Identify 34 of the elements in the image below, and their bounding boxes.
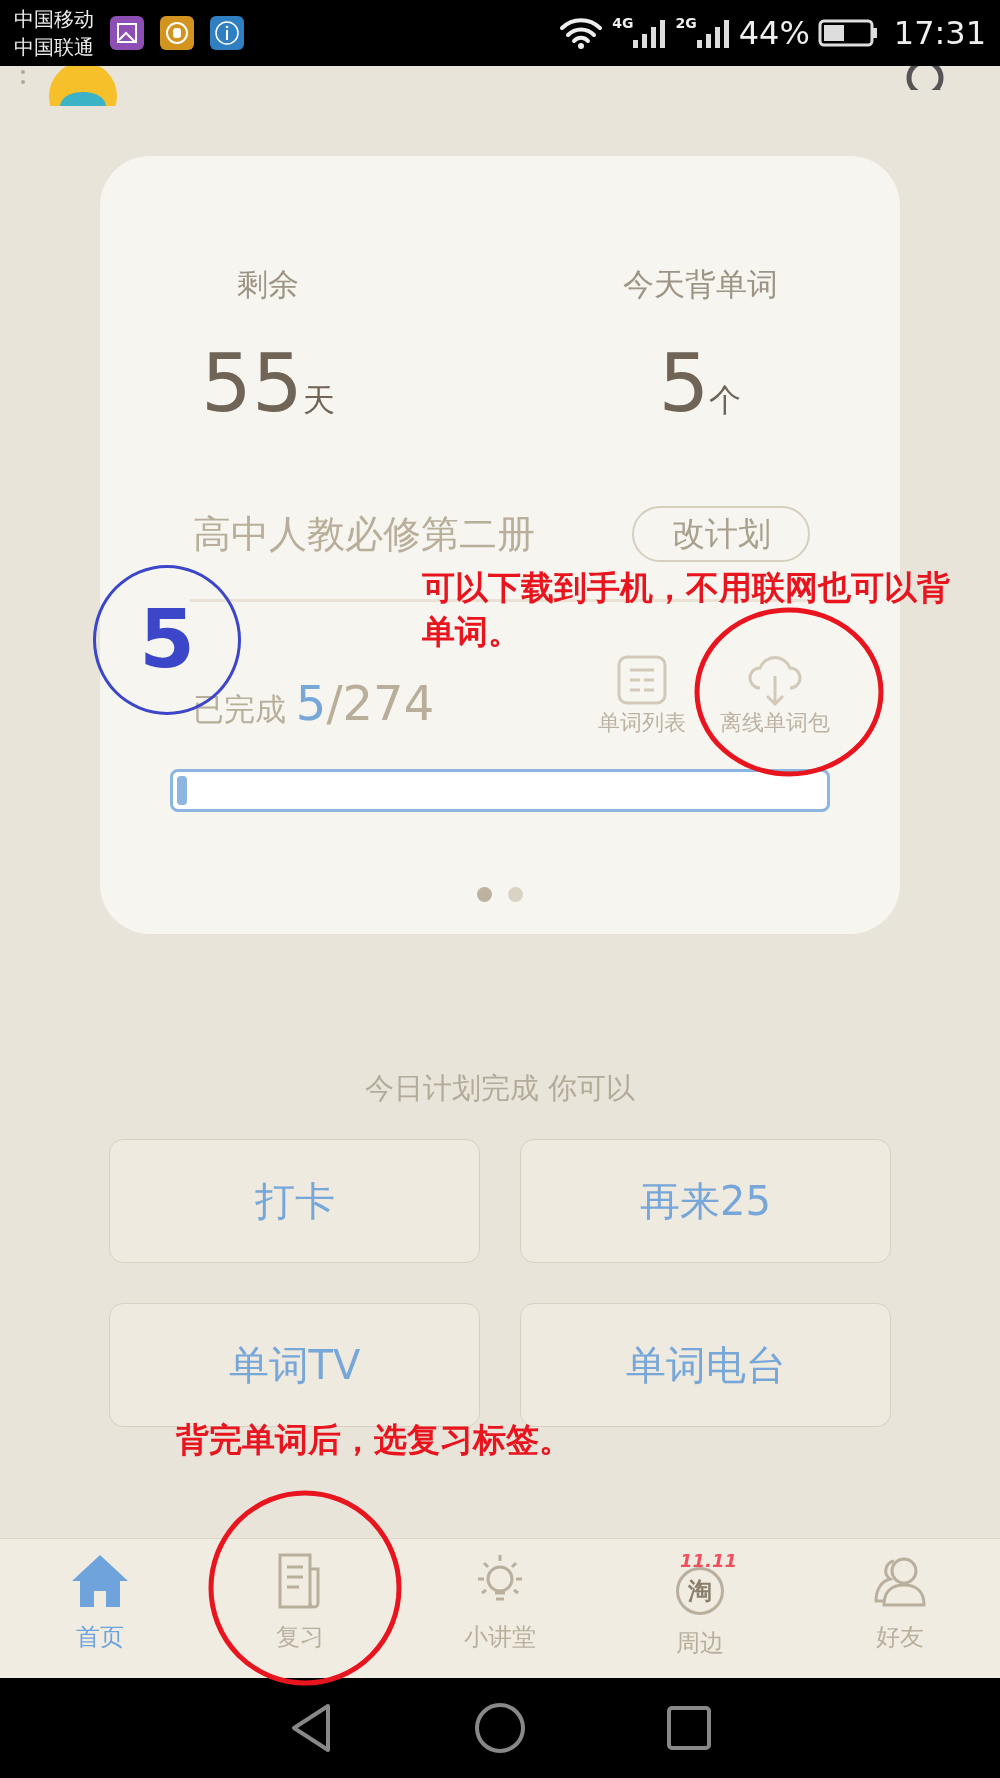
stat-value: 55 [201,343,303,424]
annotation-note: 可以下载到手机，不用联网也可以背单词。 [422,567,951,653]
avatar [48,66,118,106]
network-type: 2G [675,16,697,30]
change-plan-button[interactable]: 改计划 [632,506,810,562]
battery-percent: 44% [738,13,810,54]
tool-button[interactable]: 单词列表 [598,653,686,739]
stat-label: 剩余 [237,265,299,304]
gallery-icon [110,16,144,50]
info-icon [210,16,244,50]
stat-value: 5 [658,343,710,424]
nav-tab[interactable]: 首页 [0,1539,200,1678]
recent-apps-icon[interactable] [666,1705,712,1751]
clock-time: 17:31 [893,13,986,54]
stat-label: 今天背单词 [622,265,778,304]
nav-tab[interactable]: 复习 [200,1539,400,1678]
battery-icon [817,18,878,48]
carrier-name: 中国移动 [14,6,94,33]
stat-unit: 天 [302,379,335,421]
book-title: 高中人教必修第二册 [193,510,535,558]
list-icon [616,653,668,706]
page-dot[interactable] [477,886,492,902]
nav-tab[interactable]: 小讲堂 [400,1539,600,1678]
stat-unit: 个 [709,379,742,421]
wifi-icon [558,16,605,50]
nav-tab[interactable]: 好友 [800,1539,1000,1678]
completion-prompt: 今日计划完成 你可以 [363,1070,637,1107]
network-type: 4G [612,16,634,30]
action-button[interactable]: 打卡 [109,1138,480,1263]
carrier-name: 中国联通 [14,34,94,61]
nav-tab[interactable]: 淘 11.11 周边 [600,1539,800,1678]
page-dot[interactable] [508,886,523,902]
home-button-icon[interactable] [474,1702,526,1754]
action-button[interactable]: 再来25 [520,1138,891,1263]
